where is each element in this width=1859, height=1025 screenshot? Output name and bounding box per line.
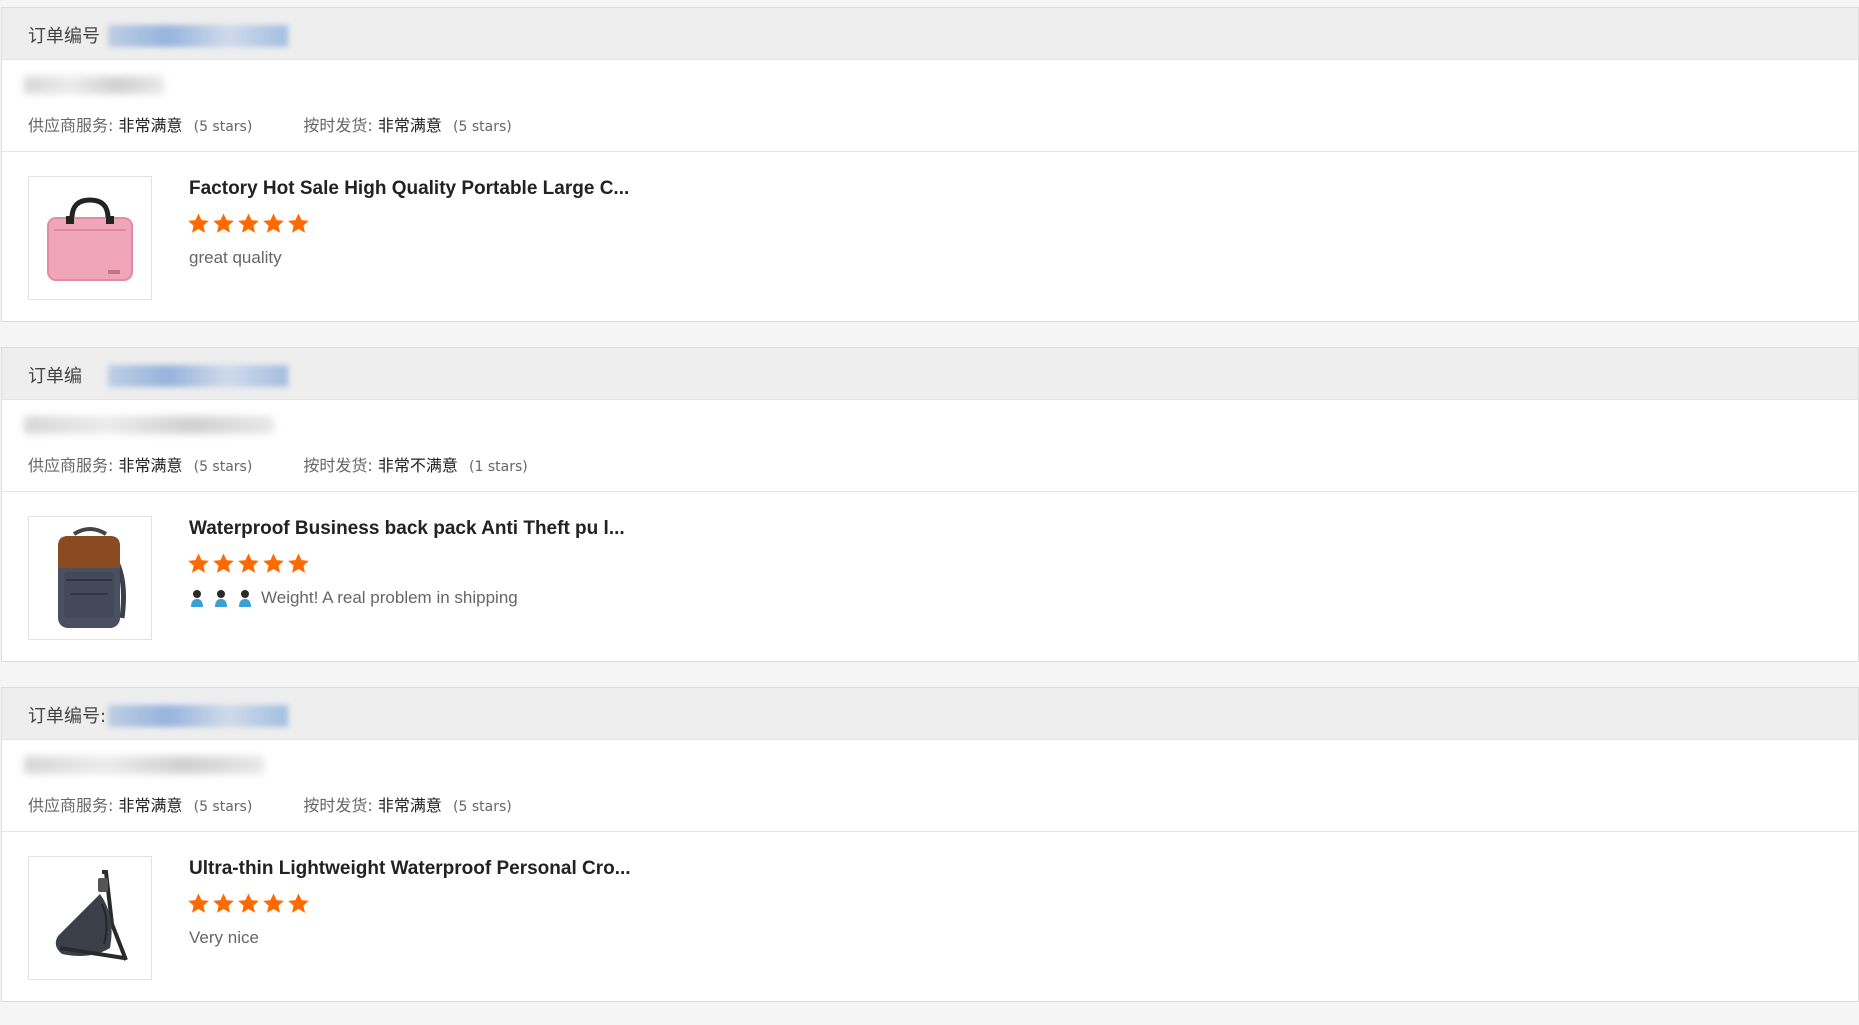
redacted-info xyxy=(24,416,274,434)
review-comment-text: great quality xyxy=(189,248,282,267)
divider xyxy=(2,491,1858,492)
star-icon xyxy=(188,213,209,233)
supplier-service-label: 供应商服务: xyxy=(28,796,114,815)
redacted-info xyxy=(24,76,164,94)
supplier-service-stars: (5 stars) xyxy=(193,799,253,815)
review-comment: Weight! A real problem in shipping xyxy=(189,588,518,608)
supplier-service-label: 供应商服务: xyxy=(28,456,114,475)
person-emoji-icon xyxy=(215,590,227,607)
on-time-shipping-stars: (5 stars) xyxy=(453,119,512,135)
supplier-service-rating: 供应商服务: 非常满意 (5 stars) xyxy=(28,452,252,476)
supplier-ratings: 供应商服务: 非常满意 (5 stars) 按时发货: 非常满意 (5 star… xyxy=(28,112,558,136)
star-icon xyxy=(213,893,234,913)
star-icon xyxy=(188,893,209,913)
pink-laptop-bag-icon xyxy=(47,197,133,281)
star-icon xyxy=(288,553,309,573)
on-time-shipping-rating: 按时发货: 非常不满意 (1 stars) xyxy=(303,452,527,476)
supplier-service-stars: (5 stars) xyxy=(193,119,253,135)
on-time-shipping-value: 非常满意 xyxy=(377,116,442,135)
order-header: 订单编号 xyxy=(2,8,1858,60)
crossbody-sling-bag-icon xyxy=(55,870,128,961)
divider xyxy=(2,831,1858,832)
product-title-link[interactable]: Ultra-thin Lightweight Waterproof Person… xyxy=(189,858,631,880)
order-number-redacted xyxy=(108,25,288,47)
product-title-link[interactable]: Factory Hot Sale High Quality Portable L… xyxy=(189,178,629,200)
supplier-service-value: 非常满意 xyxy=(118,116,183,135)
redacted-info xyxy=(24,756,264,774)
person-emoji-icon xyxy=(191,590,203,607)
product-title-link[interactable]: Waterproof Business back pack Anti Theft… xyxy=(189,518,625,540)
review-comment-text: Weight! A real problem in shipping xyxy=(261,588,518,607)
product-rating-stars xyxy=(187,892,310,915)
review-comment-text: Very nice xyxy=(189,928,259,947)
on-time-shipping-value: 非常满意 xyxy=(377,796,442,815)
product-rating-stars xyxy=(187,212,310,235)
supplier-service-value: 非常满意 xyxy=(118,796,183,815)
supplier-service-rating: 供应商服务: 非常满意 (5 stars) xyxy=(28,112,252,136)
supplier-service-stars: (5 stars) xyxy=(193,459,253,475)
on-time-shipping-rating: 按时发货: 非常满意 (5 stars) xyxy=(303,112,511,136)
supplier-service-value: 非常满意 xyxy=(118,456,183,475)
order-card: 订单编号 供应商服务: 非常满意 (5 stars) 按时发货: 非常满意 (5… xyxy=(1,7,1859,322)
product-thumbnail[interactable] xyxy=(28,516,152,640)
star-icon xyxy=(188,553,209,573)
order-header: 订单编 xyxy=(2,348,1858,400)
order-number-label: 订单编 xyxy=(28,366,82,387)
on-time-shipping-label: 按时发货: xyxy=(303,116,373,135)
order-card: 订单编号: 供应商服务: 非常满意 (5 stars) 按时发货: 非常满意 (… xyxy=(1,687,1859,1002)
order-card: 订单编 供应商服务: 非常满意 (5 stars) 按时发货: 非常不满意 (1… xyxy=(1,347,1859,662)
order-number-label: 订单编号: xyxy=(28,706,107,727)
on-time-shipping-stars: (1 stars) xyxy=(469,459,528,475)
on-time-shipping-value: 非常不满意 xyxy=(377,456,458,475)
order-number-label: 订单编号 xyxy=(28,26,100,47)
on-time-shipping-label: 按时发货: xyxy=(303,796,373,815)
star-icon xyxy=(263,893,284,913)
supplier-service-label: 供应商服务: xyxy=(28,116,114,135)
star-icon xyxy=(263,213,284,233)
order-number-redacted xyxy=(108,365,288,387)
star-icon xyxy=(213,213,234,233)
supplier-ratings: 供应商服务: 非常满意 (5 stars) 按时发货: 非常不满意 (1 sta… xyxy=(28,452,574,476)
on-time-shipping-rating: 按时发货: 非常满意 (5 stars) xyxy=(303,792,511,816)
star-icon xyxy=(238,213,259,233)
star-icon xyxy=(213,553,234,573)
star-icon xyxy=(238,553,259,573)
star-icon xyxy=(288,893,309,913)
order-number-redacted xyxy=(108,705,288,727)
on-time-shipping-label: 按时发货: xyxy=(303,456,373,475)
star-icon xyxy=(238,893,259,913)
order-header: 订单编号: xyxy=(2,688,1858,740)
business-backpack-icon xyxy=(58,527,126,628)
order-review-list: 订单编号 供应商服务: 非常满意 (5 stars) 按时发货: 非常满意 (5… xyxy=(0,0,1859,1025)
review-comment: great quality xyxy=(189,248,282,268)
product-thumbnail[interactable] xyxy=(28,856,152,980)
star-icon xyxy=(288,213,309,233)
product-thumbnail[interactable] xyxy=(28,176,152,300)
review-comment: Very nice xyxy=(189,928,259,948)
supplier-service-rating: 供应商服务: 非常满意 (5 stars) xyxy=(28,792,252,816)
person-emoji-icon xyxy=(239,590,251,607)
star-icon xyxy=(263,553,284,573)
product-rating-stars xyxy=(187,552,310,575)
divider xyxy=(2,151,1858,152)
supplier-ratings: 供应商服务: 非常满意 (5 stars) 按时发货: 非常满意 (5 star… xyxy=(28,792,558,816)
on-time-shipping-stars: (5 stars) xyxy=(453,799,512,815)
